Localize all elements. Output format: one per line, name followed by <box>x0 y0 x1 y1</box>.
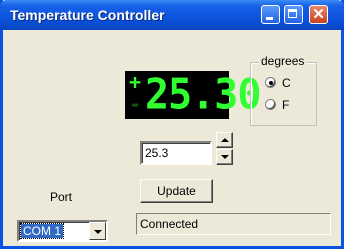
update-button[interactable]: Update <box>140 179 213 203</box>
minus-sign-indicator: - <box>129 92 142 116</box>
port-selected-value[interactable]: COM 1 <box>19 223 65 239</box>
plus-sign-indicator: + <box>129 70 142 94</box>
port-select[interactable]: COM 1 <box>17 220 108 242</box>
port-label: Port <box>50 190 73 204</box>
temperature-readout: 25.30 <box>145 70 261 120</box>
radio-fahrenheit-label: F <box>282 98 290 112</box>
radio-celsius-icon[interactable] <box>265 77 276 88</box>
close-icon: ✕ <box>312 6 325 23</box>
degrees-group-label: degrees <box>259 54 307 68</box>
temperature-display: + - 25.30 <box>125 70 261 119</box>
chevron-down-icon[interactable] <box>89 222 106 240</box>
spin-down-button[interactable] <box>216 149 233 165</box>
minimize-button[interactable] <box>261 5 280 24</box>
radio-fahrenheit-icon[interactable] <box>265 99 276 110</box>
close-button[interactable]: ✕ <box>309 5 328 24</box>
status-field: Connected <box>136 213 331 235</box>
title-bar[interactable]: Temperature Controller ✕ <box>0 0 344 30</box>
spin-up-button[interactable] <box>216 132 233 148</box>
degrees-group: degrees C F <box>250 54 317 126</box>
maximize-button[interactable] <box>284 5 303 24</box>
window-title: Temperature Controller <box>10 7 165 23</box>
setpoint-input[interactable]: 25.3 <box>140 141 212 165</box>
radio-celsius-label: C <box>282 76 291 90</box>
